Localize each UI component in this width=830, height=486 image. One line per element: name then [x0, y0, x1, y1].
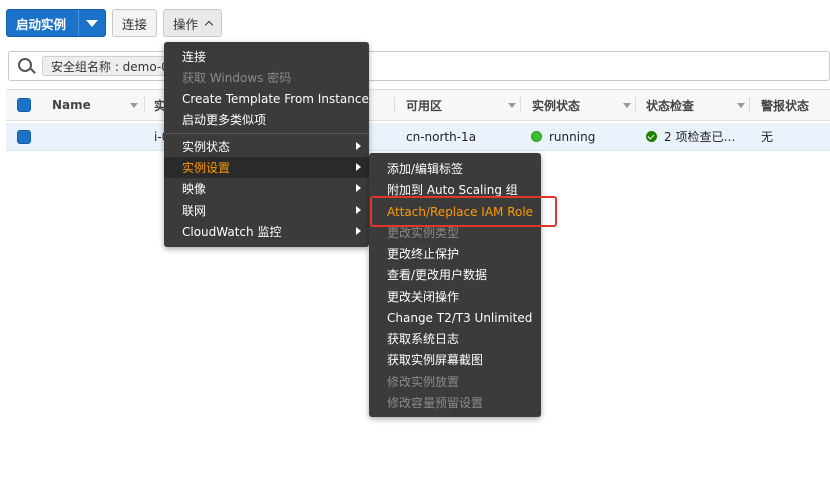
cell-alarm: 无 — [761, 130, 774, 144]
cell-state: running — [531, 123, 595, 150]
column-header-name[interactable]: Name — [52, 90, 91, 120]
column-divider — [520, 97, 521, 113]
submenu-item-termination-protection[interactable]: 更改终止保护 — [369, 243, 541, 264]
column-header-az[interactable]: 可用区 — [406, 90, 442, 120]
submenu-item-shutdown-behavior[interactable]: 更改关闭操作 — [369, 286, 541, 307]
menu-item-cloudwatch[interactable]: CloudWatch 监控 — [164, 221, 369, 242]
submenu-arrow-icon — [356, 227, 361, 235]
submenu-item-user-data[interactable]: 查看/更改用户数据 — [369, 264, 541, 285]
connect-label: 连接 — [122, 16, 148, 32]
search-icon — [18, 58, 32, 72]
submenu-item-t2-t3-unlimited[interactable]: Change T2/T3 Unlimited — [369, 307, 541, 328]
column-divider — [635, 97, 636, 113]
row-checkbox[interactable] — [17, 130, 31, 144]
sort-icon[interactable] — [130, 103, 138, 108]
submenu-item-screenshot[interactable]: 获取实例屏幕截图 — [369, 349, 541, 370]
highlight-annotation-box — [370, 196, 557, 227]
column-status-check-label: 状态检查 — [646, 98, 695, 113]
cell-az: cn-north-1a — [406, 129, 477, 144]
column-divider — [394, 97, 395, 113]
menu-item-instance-settings[interactable]: 实例设置 — [164, 157, 369, 178]
menu-item-image[interactable]: 映像 — [164, 178, 369, 199]
select-all-checkbox[interactable] — [17, 98, 31, 112]
submenu-arrow-icon — [356, 206, 361, 214]
submenu-item-edit-tags[interactable]: 添加/编辑标签 — [369, 158, 541, 179]
menu-item-get-windows-password: 获取 Windows 密码 — [182, 71, 292, 85]
column-alarm-label: 警报状态 — [761, 98, 810, 113]
instance-settings-submenu: 添加/编辑标签 附加到 Auto Scaling 组 Attach/Replac… — [369, 153, 541, 417]
column-state-label: 实例状态 — [532, 98, 581, 113]
chevron-up-icon — [204, 20, 214, 29]
sort-icon[interactable] — [623, 103, 631, 108]
column-header-status-check[interactable]: 状态检查 — [646, 90, 694, 120]
column-divider — [144, 97, 145, 113]
running-status-icon — [531, 131, 542, 142]
submenu-item-modify-placement: 修改实例放置 — [387, 375, 460, 389]
status-check-label: 2 项检查已… — [664, 130, 736, 144]
table-row[interactable]: i-0 cn-north-1a running 2 项检查已… 无 — [6, 123, 830, 151]
connect-button[interactable]: 连接 — [112, 9, 158, 37]
state-label: running — [549, 129, 596, 144]
submenu-arrow-icon — [356, 163, 361, 171]
column-name-label: Name — [52, 98, 91, 112]
launch-dropdown-toggle[interactable] — [78, 10, 105, 36]
menu-item-connect[interactable]: 连接 — [164, 46, 369, 67]
actions-button[interactable]: 操作 — [163, 9, 223, 37]
submenu-item-system-log[interactable]: 获取系统日志 — [369, 328, 541, 349]
menu-item-instance-state[interactable]: 实例状态 — [164, 136, 369, 157]
menu-divider — [164, 133, 369, 134]
filter-tag[interactable]: 安全组名称 : demo-0 — [42, 56, 178, 76]
filter-search-bar[interactable]: 安全组名称 : demo-0 — [8, 51, 830, 81]
caret-down-icon — [86, 19, 98, 27]
cell-status-check: 2 项检查已… — [646, 123, 735, 150]
menu-item-launch-more-like-this[interactable]: 启动更多类似项 — [164, 109, 369, 130]
launch-instance-label: 启动实例 — [16, 16, 67, 32]
actions-label: 操作 — [173, 16, 199, 32]
column-header-state[interactable]: 实例状态 — [532, 90, 580, 120]
sort-icon[interactable] — [737, 103, 745, 108]
submenu-arrow-icon — [356, 184, 361, 192]
column-az-label: 可用区 — [406, 98, 443, 113]
submenu-item-capacity-reservation: 修改容量预留设置 — [387, 396, 484, 410]
menu-item-create-template[interactable]: Create Template From Instance — [164, 88, 369, 109]
launch-instance-button[interactable]: 启动实例 — [6, 9, 106, 37]
column-divider — [749, 97, 750, 113]
submenu-arrow-icon — [356, 142, 361, 150]
check-circle-icon — [646, 131, 657, 142]
sort-icon[interactable] — [508, 103, 516, 108]
table-header: Name 实 可用区 实例状态 状态检查 警报状态 — [6, 89, 830, 121]
column-header-alarm[interactable]: 警报状态 — [761, 90, 809, 120]
menu-item-networking[interactable]: 联网 — [164, 200, 369, 221]
actions-menu: 连接 获取 Windows 密码 Create Template From In… — [164, 42, 369, 247]
